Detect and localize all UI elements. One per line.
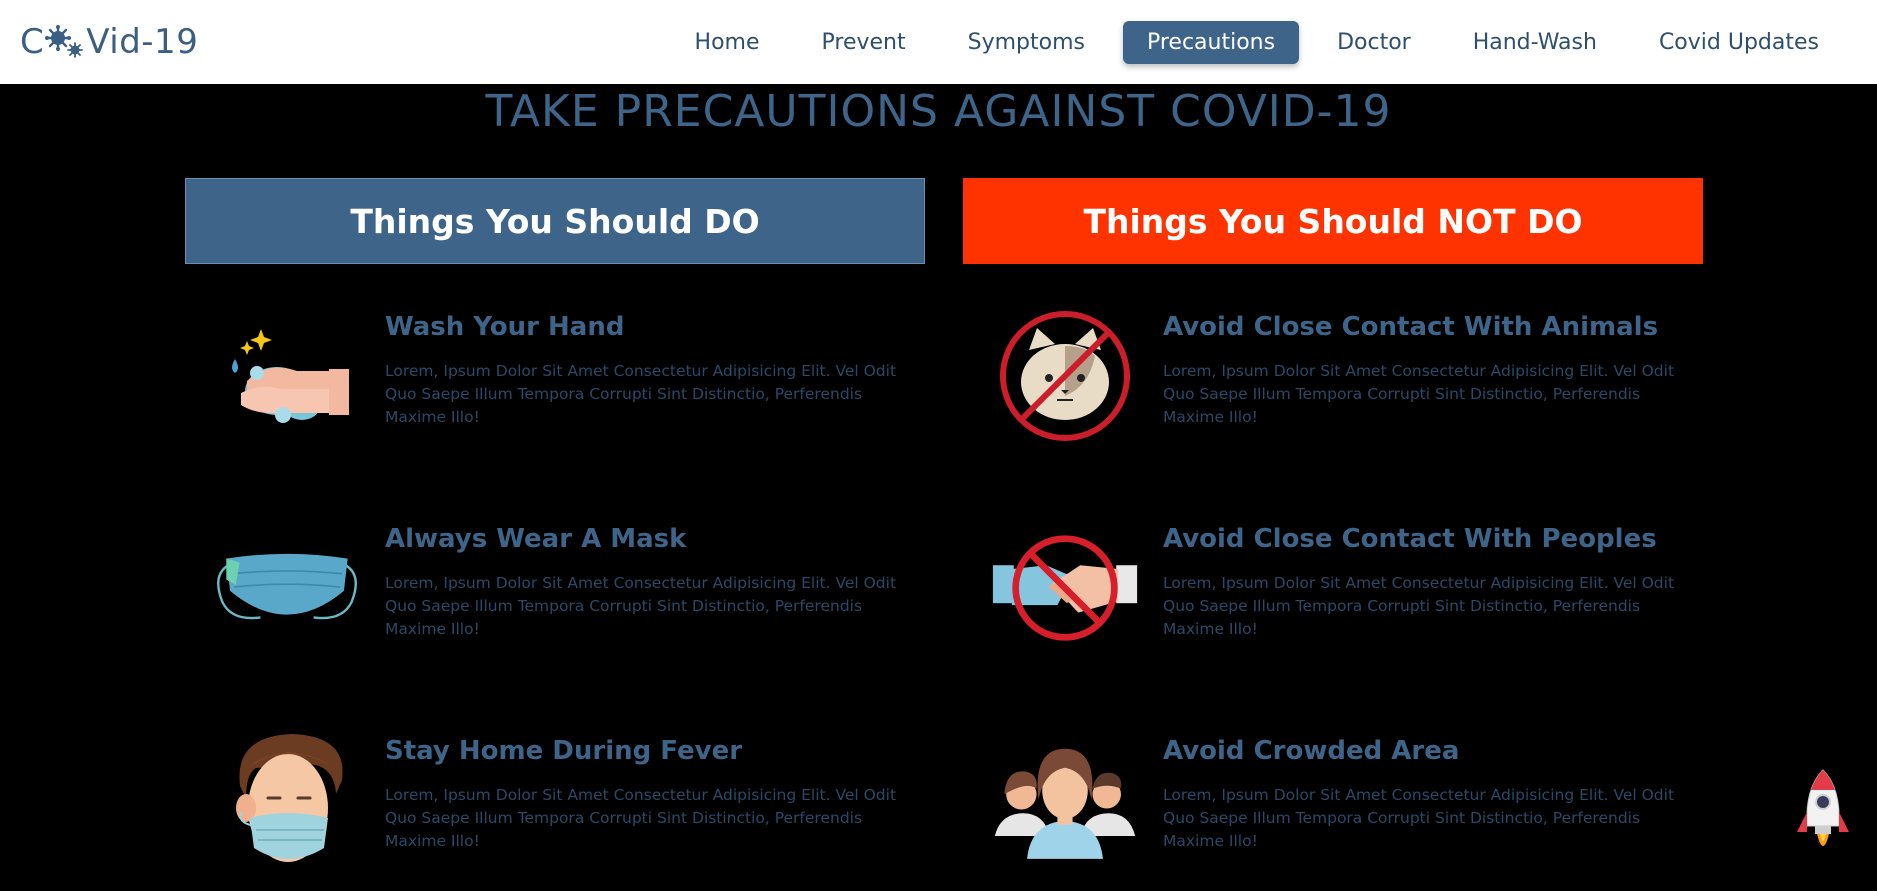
- nav-home[interactable]: Home: [671, 21, 784, 64]
- do-item-title: Stay Home During Fever: [385, 736, 743, 766]
- navbar: C Vid-19 Home Prevent Symptoms Precautio…: [0, 0, 1877, 84]
- dont-header: Things You Should NOT DO: [963, 178, 1703, 264]
- do-item-title: Wash Your Hand: [385, 312, 625, 342]
- do-item-stay-home: Stay Home During Fever Lorem, Ipsum Dolo…: [185, 726, 925, 886]
- hand-wash-icon: [213, 302, 361, 450]
- nav-symptoms[interactable]: Symptoms: [944, 21, 1109, 64]
- logo-suffix: Vid-19: [86, 22, 199, 62]
- dont-item-title: Avoid Close Contact With Peoples: [1163, 524, 1657, 554]
- do-column: Things You Should DO Wash Your Hand Lore…: [185, 178, 925, 862]
- dont-item-title: Avoid Crowded Area: [1163, 736, 1460, 766]
- dont-column: Things You Should NOT DO Avoid Close Con…: [963, 178, 1703, 859]
- crowd-icon: [991, 726, 1139, 874]
- nav-prevent[interactable]: Prevent: [798, 21, 930, 64]
- no-animals-icon: [991, 302, 1139, 450]
- do-header: Things You Should DO: [185, 178, 925, 264]
- do-item-wear-mask: Always Wear A Mask Lorem, Ipsum Dolor Si…: [185, 514, 925, 674]
- masked-person-icon: [213, 726, 361, 874]
- face-mask-icon: [213, 514, 361, 662]
- site-logo[interactable]: C Vid-19: [20, 22, 198, 62]
- dont-item-animals: Avoid Close Contact With Animals Lorem, …: [963, 302, 1703, 462]
- nav-hand-wash[interactable]: Hand-Wash: [1449, 21, 1621, 64]
- dont-item-crowd: Avoid Crowded Area Lorem, Ipsum Dolor Si…: [963, 726, 1703, 886]
- dont-item-title: Avoid Close Contact With Animals: [1163, 312, 1659, 342]
- nav-doctor[interactable]: Doctor: [1313, 21, 1435, 64]
- nav-precautions[interactable]: Precautions: [1122, 20, 1300, 64]
- no-handshake-icon: [991, 514, 1139, 662]
- do-item-title: Always Wear A Mask: [385, 524, 687, 554]
- dont-item-text: Lorem, Ipsum Dolor Sit Amet Consectetur …: [1163, 786, 1675, 850]
- do-item-text: Lorem, Ipsum Dolor Sit Amet Consectetur …: [385, 574, 897, 638]
- dont-item-text: Lorem, Ipsum Dolor Sit Amet Consectetur …: [1163, 574, 1675, 638]
- page-title: TAKE PRECAUTIONS AGAINST COVID-19: [485, 86, 1392, 137]
- do-item-text: Lorem, Ipsum Dolor Sit Amet Consectetur …: [385, 786, 897, 850]
- logo-prefix: C: [20, 22, 45, 62]
- dont-item-people: Avoid Close Contact With Peoples Lorem, …: [963, 514, 1703, 674]
- do-item-text: Lorem, Ipsum Dolor Sit Amet Consectetur …: [385, 362, 897, 426]
- dont-item-text: Lorem, Ipsum Dolor Sit Amet Consectetur …: [1163, 362, 1675, 426]
- nav-menu: Home Prevent Symptoms Precautions Doctor…: [671, 20, 1843, 64]
- do-item-wash-hand: Wash Your Hand Lorem, Ipsum Dolor Sit Am…: [185, 302, 925, 462]
- rocket-icon[interactable]: [1795, 768, 1851, 864]
- nav-covid-updates[interactable]: Covid Updates: [1635, 21, 1843, 64]
- virus-icon: [45, 25, 85, 59]
